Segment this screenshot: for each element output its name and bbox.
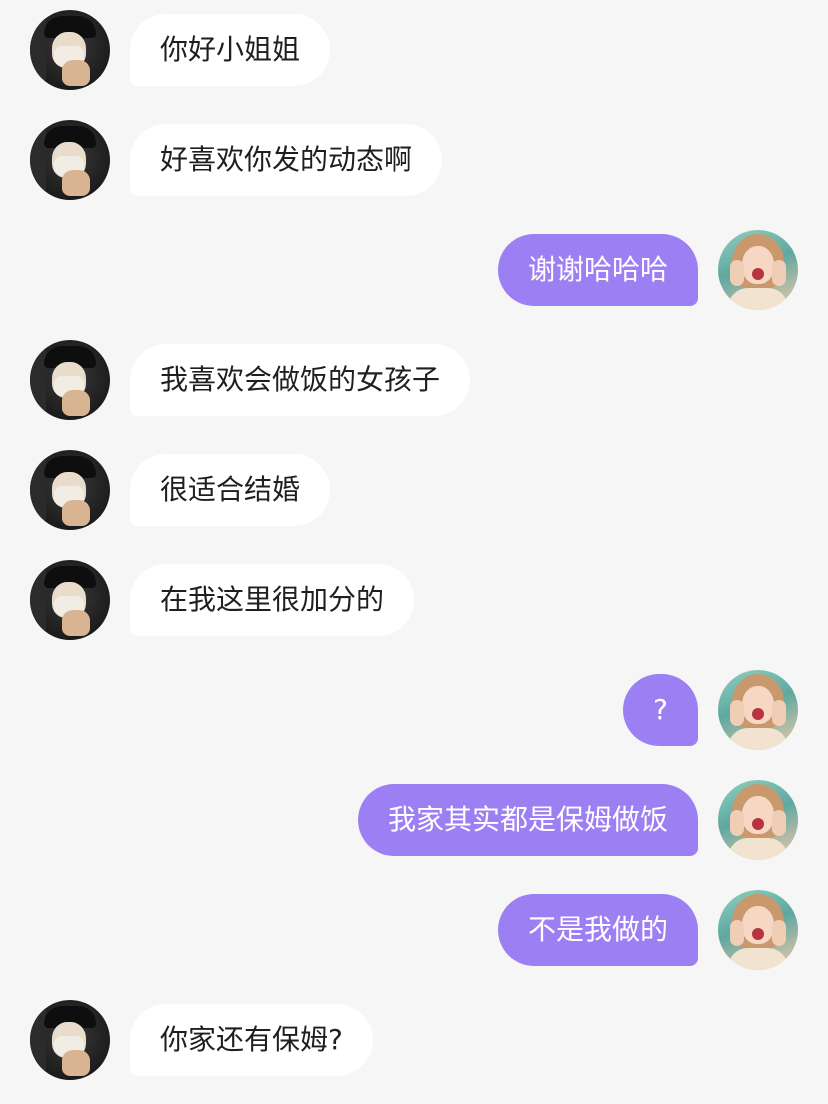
- message-row-outgoing: 谢谢哈哈哈: [0, 230, 828, 310]
- contact-avatar[interactable]: [30, 120, 110, 200]
- incoming-message-bubble[interactable]: 我喜欢会做饭的女孩子: [130, 344, 471, 416]
- message-row-incoming: 很适合结婚: [0, 450, 828, 530]
- incoming-message-bubble[interactable]: 很适合结婚: [130, 454, 331, 526]
- outgoing-message-bubble[interactable]: 我家其实都是保姆做饭: [357, 784, 698, 856]
- message-row-incoming: 好喜欢你发的动态啊: [0, 120, 828, 200]
- message-row-outgoing: 我家其实都是保姆做饭: [0, 780, 828, 860]
- message-row-incoming: 在我这里很加分的: [0, 560, 828, 640]
- message-row-incoming: 你家还有保姆?: [0, 1000, 828, 1080]
- contact-avatar[interactable]: [30, 340, 110, 420]
- outgoing-message-bubble[interactable]: 不是我做的: [497, 894, 698, 966]
- outgoing-message-bubble[interactable]: 谢谢哈哈哈: [497, 234, 698, 306]
- incoming-message-bubble[interactable]: 在我这里很加分的: [130, 564, 415, 636]
- contact-avatar[interactable]: [30, 10, 110, 90]
- contact-avatar[interactable]: [30, 1000, 110, 1080]
- incoming-message-bubble[interactable]: 好喜欢你发的动态啊: [130, 124, 443, 196]
- self-avatar[interactable]: [718, 670, 798, 750]
- outgoing-message-bubble[interactable]: ?: [623, 674, 698, 746]
- message-row-incoming: 我喜欢会做饭的女孩子: [0, 340, 828, 420]
- self-avatar[interactable]: [718, 780, 798, 860]
- chat-thread[interactable]: 你好小姐姐 好喜欢你发的动态啊 谢谢哈哈哈 我喜欢会做饭的女孩子 很适合结婚 在…: [0, 0, 828, 1104]
- message-row-outgoing: ?: [0, 670, 828, 750]
- message-row-outgoing: 不是我做的: [0, 890, 828, 970]
- contact-avatar[interactable]: [30, 450, 110, 530]
- contact-avatar[interactable]: [30, 560, 110, 640]
- incoming-message-bubble[interactable]: 你好小姐姐: [130, 14, 331, 86]
- message-row-incoming: 你好小姐姐: [0, 10, 828, 90]
- self-avatar[interactable]: [718, 890, 798, 970]
- incoming-message-bubble[interactable]: 你家还有保姆?: [130, 1004, 373, 1076]
- self-avatar[interactable]: [718, 230, 798, 310]
